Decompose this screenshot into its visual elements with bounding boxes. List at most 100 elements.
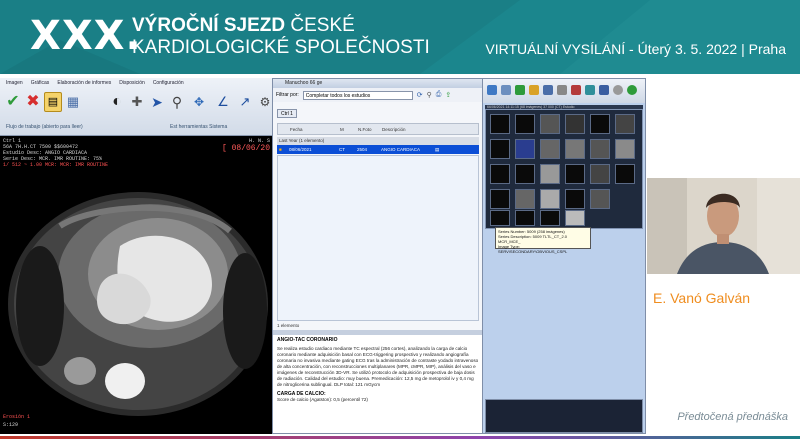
series-thumbnail[interactable] [590, 189, 610, 209]
menu-graficas[interactable]: Gráficas [31, 80, 50, 86]
series-thumbnail[interactable] [540, 139, 560, 159]
series-thumbnail[interactable] [590, 164, 610, 184]
series-thumbnail[interactable] [540, 210, 560, 226]
col-modality[interactable]: M [340, 127, 344, 132]
study-list-title: Manuchoo 66 ge [273, 79, 483, 88]
thumbnail-toolbar [483, 79, 645, 103]
speaker-video [647, 178, 800, 274]
event-title-line2: KARDIOLOGICKÉ SPOLEČNOSTI [132, 37, 430, 58]
pan-icon[interactable]: ✥ [190, 92, 208, 112]
series-thumbnail[interactable] [515, 164, 535, 184]
series-thumbnail[interactable] [565, 189, 585, 209]
study-row-selected[interactable]: ■ 08/06/2021 CT 2504 ANGIO CARDIACA ▤ [277, 145, 479, 154]
col-number[interactable]: N.Foto [358, 127, 372, 132]
arrow-icon[interactable]: ↗ [236, 92, 254, 112]
speaker-portrait [647, 178, 800, 274]
series-thumbnail[interactable] [615, 139, 635, 159]
zoom-icon[interactable]: ⚲ [168, 92, 186, 112]
record-icon[interactable] [613, 85, 623, 95]
menu-informes[interactable]: Elaboración de informes [57, 80, 111, 86]
export-icon[interactable] [585, 85, 595, 95]
dicom-viewer-window: Imagen Gráficas Elaboración de informes … [0, 78, 276, 434]
col-description[interactable]: Descripción [382, 127, 406, 132]
refresh-icon[interactable]: ⟳ [417, 91, 423, 99]
filter-select[interactable]: Completar todos los estudios [302, 90, 413, 100]
bottom-accent-line [0, 436, 800, 439]
series-thumbnail[interactable] [515, 139, 535, 159]
search-icon[interactable]: ⚲ [427, 91, 432, 99]
overlay-series: Erosión 1 [3, 414, 31, 420]
delete-icon[interactable] [571, 85, 581, 95]
menu-configuracion[interactable]: Configuración [153, 80, 184, 86]
ct-image-viewport[interactable]: Ctrl 1 56A 7H.H.CT 7500 $$600472 Estudio… [0, 136, 276, 434]
series-thumbnail[interactable] [565, 210, 585, 226]
study-date: 08/06/2021 [289, 147, 312, 152]
series-thumbnail[interactable] [515, 114, 535, 134]
measure-icon[interactable]: ∠ [214, 92, 232, 112]
menu-imagen[interactable]: Imagen [6, 80, 23, 86]
series-thumbnail[interactable] [515, 189, 535, 209]
study-modality: CT [339, 147, 345, 152]
sync-icon[interactable] [543, 85, 553, 95]
pointer-icon[interactable]: ➤ [148, 92, 166, 112]
series-thumbnail[interactable] [540, 164, 560, 184]
study-group-header[interactable]: Last Year (1 elemento) [277, 137, 479, 145]
series-thumbnail[interactable] [565, 139, 585, 159]
series-thumbnail[interactable] [490, 210, 510, 226]
add-icon[interactable] [515, 85, 525, 95]
check-icon[interactable]: ✔ [4, 92, 22, 112]
series-thumbnail[interactable] [565, 164, 585, 184]
series-thumbnail[interactable] [615, 114, 635, 134]
prerecorded-label: Předtočená přednáška [677, 411, 788, 423]
thumbnail-preview-strip[interactable] [485, 399, 643, 433]
event-number: XXX. [30, 13, 142, 59]
window-level-icon[interactable]: ✚ [128, 92, 146, 112]
refresh-icon[interactable] [627, 85, 637, 95]
series-thumbnail-window: 66/06/2021 14:11:15 (68 imágenes) 37 000… [482, 78, 646, 434]
report-icon[interactable]: ▤ [44, 92, 62, 112]
workflow-label: Flujo de trabajo (abierto para lleer) [6, 124, 83, 130]
study-report-icon: ▤ [435, 147, 440, 152]
study-description: ANGIO CARDIACA [381, 147, 421, 152]
broadcast-info: VIRTUÁLNÍ VYSÍLÁNÍ - Úterý 3. 5. 2022 | … [485, 41, 786, 57]
layout-icon[interactable] [487, 85, 497, 95]
tooltip-line-2: Series Description: 5009 TLTL_CT_2.0 MCR… [498, 234, 567, 244]
event-title-line1: VÝROČNÍ SJEZD ČESKÉ [132, 15, 355, 37]
ctrl-button[interactable]: Ctrl 1 [277, 109, 297, 118]
study-list-body [277, 155, 479, 321]
contrast-icon[interactable]: ◐ [108, 92, 126, 112]
series-thumbnail[interactable] [490, 139, 510, 159]
report-body: Se realiza estudio cardiaco mediante TC … [277, 346, 479, 387]
export-icon[interactable]: ⇪ [445, 91, 451, 99]
col-fecha[interactable]: Fecha [290, 127, 303, 132]
series-thumbnail[interactable] [490, 114, 510, 134]
overlay-scale: S:129 [3, 422, 19, 428]
series-thumbnail[interactable] [540, 114, 560, 134]
event-banner: XXX. VÝROČNÍ SJEZD ČESKÉ KARDIOLOGICKÉ S… [0, 0, 800, 74]
series-thumbnail[interactable] [590, 139, 610, 159]
series-thumbnail[interactable] [515, 210, 535, 226]
overlay-date: [ 08/06/20 [221, 144, 270, 153]
print-icon[interactable] [557, 85, 567, 95]
layout-icon[interactable]: ▦ [64, 92, 82, 112]
event-title-bold: VÝROČNÍ SJEZD [132, 15, 286, 36]
report-panel: ANGIO-TAC CORONARIO Se realiza estudio c… [273, 335, 483, 433]
filter-label: Filtrar por: [276, 92, 299, 98]
series-thumbnail[interactable] [565, 114, 585, 134]
share-icon[interactable] [599, 85, 609, 95]
print-icon[interactable]: ⎙ [436, 91, 442, 99]
series-thumbnail[interactable] [540, 189, 560, 209]
folder-icon[interactable] [529, 85, 539, 95]
grid-icon[interactable] [501, 85, 511, 95]
close-icon[interactable]: ✖ [24, 92, 42, 112]
series-thumbnail[interactable] [590, 114, 610, 134]
thumbnail-grid [485, 109, 643, 229]
study-list-window: Manuchoo 66 ge Filtrar por: Completar to… [272, 78, 484, 434]
series-thumbnail[interactable] [490, 189, 510, 209]
series-thumbnail[interactable] [615, 164, 635, 184]
menu-disposicion[interactable]: Disposición [119, 80, 145, 86]
series-thumbnail[interactable] [490, 164, 510, 184]
filter-bar: Filtrar por: Completar todos los estudio… [273, 88, 483, 102]
study-number: 2504 [357, 147, 368, 152]
event-title-rest: ČESKÉ [285, 15, 355, 36]
